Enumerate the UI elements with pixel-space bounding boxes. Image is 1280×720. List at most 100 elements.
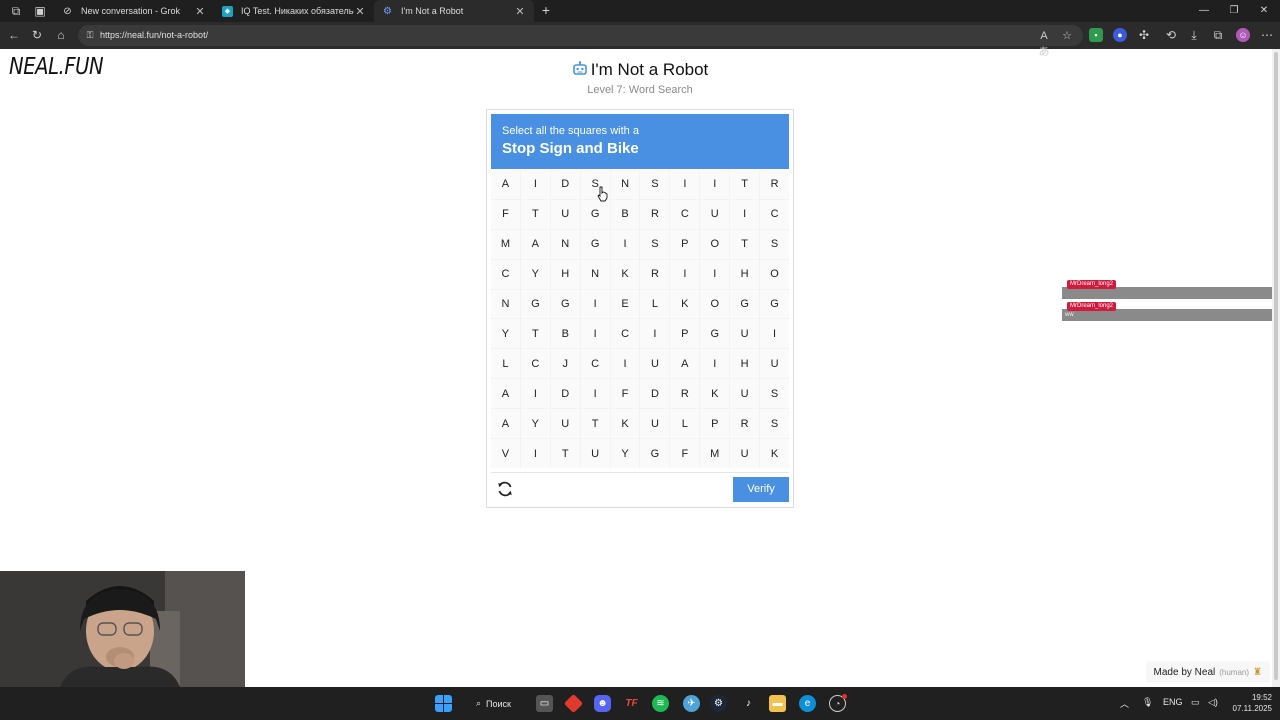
minimize-icon[interactable]: — (1188, 0, 1220, 22)
grid-cell[interactable]: G (580, 199, 610, 229)
app-red-diamond-icon[interactable] (563, 693, 584, 714)
microphone-icon[interactable]: 🎙︎ (1142, 697, 1153, 708)
tab-not-a-robot[interactable]: ⚙ I'm Not a Robot ✕ (374, 0, 534, 22)
grid-cell[interactable]: N (610, 170, 640, 199)
grid-cell[interactable]: I (520, 379, 550, 409)
grid-cell[interactable]: P (700, 409, 730, 439)
tab-grok[interactable]: ⊘ New conversation - Grok ✕ (54, 0, 214, 22)
grid-cell[interactable]: L (670, 409, 700, 439)
grid-cell[interactable]: A (520, 229, 550, 259)
grid-cell[interactable]: D (640, 379, 670, 409)
home-icon[interactable]: ⌂ (53, 27, 69, 43)
grid-cell[interactable]: R (670, 379, 700, 409)
close-icon[interactable]: ✕ (354, 5, 366, 18)
favorite-star-icon[interactable]: ☆ (1059, 28, 1075, 44)
grid-cell[interactable]: G (700, 319, 730, 349)
grid-cell[interactable]: H (730, 259, 760, 289)
grid-cell[interactable]: N (550, 229, 580, 259)
taskbar-search[interactable]: ⌕ Поиск (467, 693, 523, 714)
tiktok-icon[interactable]: ♪ (740, 695, 757, 712)
grid-cell[interactable]: U (730, 439, 760, 468)
extension-green-icon[interactable]: ▪ (1089, 28, 1103, 42)
steam-icon[interactable]: ⚙ (710, 695, 727, 712)
grid-cell[interactable]: B (550, 319, 580, 349)
window-close-icon[interactable]: ✕ (1248, 0, 1280, 22)
grid-cell[interactable]: I (640, 319, 670, 349)
grid-cell[interactable]: N (580, 259, 610, 289)
grid-cell[interactable]: I (610, 229, 640, 259)
grid-cell[interactable]: F (610, 379, 640, 409)
grid-cell[interactable]: M (491, 229, 520, 259)
grid-cell[interactable]: K (760, 439, 789, 468)
grid-cell[interactable]: K (610, 409, 640, 439)
volume-icon[interactable]: ◁) (1208, 697, 1218, 708)
grid-cell[interactable]: I (730, 199, 760, 229)
grid-cell[interactable]: I (760, 319, 789, 349)
grid-cell[interactable]: U (730, 379, 760, 409)
edge-icon[interactable]: e (799, 695, 816, 712)
grid-cell[interactable]: D (550, 170, 580, 199)
close-icon[interactable]: ✕ (514, 5, 526, 18)
grid-cell[interactable]: I (700, 349, 730, 379)
grid-cell[interactable]: U (580, 439, 610, 468)
grid-cell[interactable]: T (520, 319, 550, 349)
grid-cell[interactable]: B (610, 199, 640, 229)
grid-cell[interactable]: T (730, 229, 760, 259)
grid-cell[interactable]: U (640, 349, 670, 379)
grid-cell[interactable]: O (700, 229, 730, 259)
grid-cell[interactable]: P (670, 229, 700, 259)
grid-cell[interactable]: S (760, 379, 789, 409)
grid-cell[interactable]: Y (610, 439, 640, 468)
grid-cell[interactable]: G (550, 289, 580, 319)
grid-cell[interactable]: T (550, 439, 580, 468)
verify-button[interactable]: Verify (733, 477, 789, 502)
spotify-icon[interactable]: ≋ (652, 695, 669, 712)
grid-cell[interactable]: A (491, 379, 520, 409)
grid-cell[interactable]: T (580, 409, 610, 439)
restore-icon[interactable]: ❐ (1218, 0, 1250, 22)
address-bar[interactable]: ⚿ https://neal.fun/not-a-robot/ Aあ ☆ (78, 25, 1083, 58)
tray-chevron-icon[interactable]: ︿ (1120, 697, 1129, 710)
read-aloud-icon[interactable]: Aあ (1036, 28, 1052, 58)
made-by-badge[interactable]: Made by Neal (human) ♜ (1145, 661, 1270, 683)
grid-cell[interactable]: Y (491, 319, 520, 349)
more-menu-icon[interactable]: ⋯ (1259, 27, 1275, 43)
grid-cell[interactable]: I (520, 439, 550, 468)
back-icon[interactable]: ← (6, 27, 22, 43)
grid-cell[interactable]: C (670, 199, 700, 229)
grid-cell[interactable]: A (491, 409, 520, 439)
tab-iq-test[interactable]: ◆ IQ Test. Никаких обязательств, б ✕ (214, 0, 374, 22)
grid-cell[interactable]: S (640, 229, 670, 259)
history-icon[interactable]: ⟲ (1163, 27, 1179, 43)
grid-cell[interactable]: G (580, 229, 610, 259)
grid-cell[interactable]: T (520, 199, 550, 229)
grid-cell[interactable]: I (580, 379, 610, 409)
grid-cell[interactable]: C (520, 349, 550, 379)
grid-cell[interactable]: R (640, 259, 670, 289)
grid-cell[interactable]: K (670, 289, 700, 319)
grid-cell[interactable]: O (760, 259, 789, 289)
grid-cell[interactable]: C (760, 199, 789, 229)
grid-cell[interactable]: A (491, 170, 520, 199)
site-info-icon[interactable]: ⚿ (84, 29, 96, 41)
grid-cell[interactable]: G (730, 289, 760, 319)
grid-cell[interactable]: F (670, 439, 700, 468)
new-tab-icon[interactable]: + (538, 2, 554, 18)
grid-cell[interactable]: S (760, 409, 789, 439)
grid-cell[interactable]: L (491, 349, 520, 379)
grid-cell[interactable]: U (760, 349, 789, 379)
grid-cell[interactable]: K (700, 379, 730, 409)
grid-cell[interactable]: G (640, 439, 670, 468)
profile-avatar-icon[interactable]: ☺ (1236, 28, 1250, 42)
windows-start-icon[interactable] (435, 695, 452, 712)
grid-cell[interactable]: N (491, 289, 520, 319)
close-icon[interactable]: ✕ (194, 5, 206, 18)
tf-app-icon[interactable]: TF (623, 695, 640, 712)
refresh-icon[interactable]: ↻ (29, 27, 45, 43)
grid-cell[interactable]: U (550, 409, 580, 439)
grid-cell[interactable]: A (670, 349, 700, 379)
grid-cell[interactable]: I (670, 170, 700, 199)
grid-cell[interactable]: D (550, 379, 580, 409)
grid-cell[interactable]: C (491, 259, 520, 289)
file-explorer-icon[interactable]: ▬ (769, 695, 786, 712)
